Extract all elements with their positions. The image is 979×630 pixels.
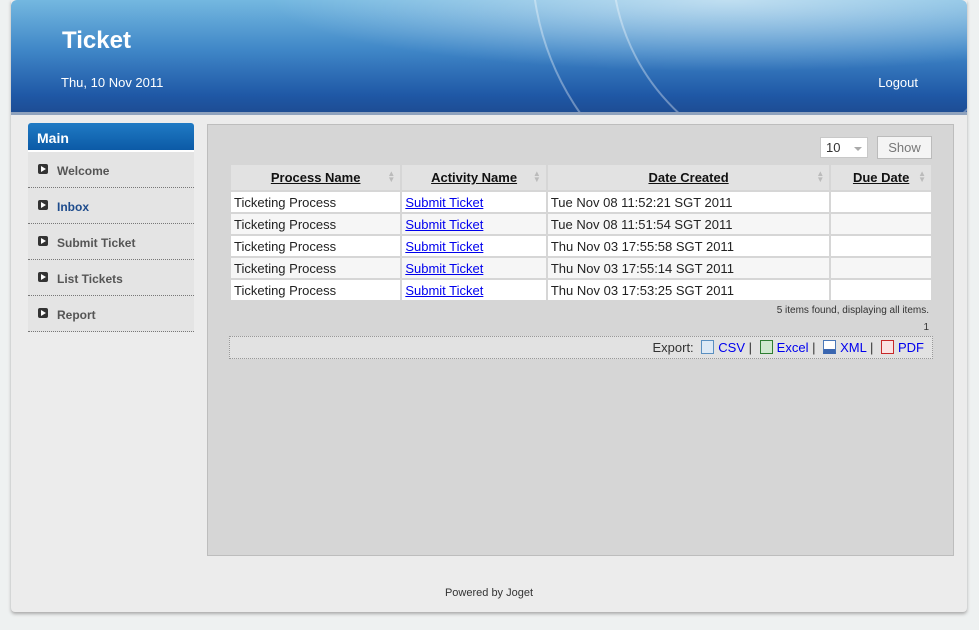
sort-icon[interactable]: ▲ ▼ [816,170,824,184]
table-row: Ticketing Process Submit Ticket Tue Nov 08… [231,192,931,212]
sidebar-item-submit-ticket[interactable]: Submit Ticket [28,224,194,260]
activity-link[interactable]: Submit Ticket [405,195,483,210]
column-header[interactable]: Activity Name ▲ ▼ [402,165,546,190]
due-date-cell [831,236,931,256]
column-header[interactable]: Due Date ▲ ▼ [831,165,931,190]
due-date-cell [831,214,931,234]
date-created-cell: Thu Nov 03 17:55:14 SGT 2011 [547,258,830,278]
show-button[interactable]: Show [877,136,932,159]
sidebar-item-inbox[interactable]: Inbox [28,188,194,224]
column-header-label: Due Date [852,170,910,185]
sidebar-item-label: Inbox [57,200,89,214]
activity-name-cell: Submit Ticket [402,192,546,212]
separator: | [748,340,753,355]
sidebar-item-label: List Tickets [57,272,123,286]
arrow-icon [38,164,48,174]
sort-icon[interactable]: ▲ ▼ [533,170,541,184]
activity-name-cell: Submit Ticket [402,236,546,256]
table-row: Ticketing Process Submit Ticket Thu Nov 03… [231,258,931,278]
sidebar: Main Welcome Inbox Submit Ticket List Ti… [28,123,194,332]
date-created-cell: Thu Nov 03 17:55:58 SGT 2011 [547,236,830,256]
process-name-cell: Ticketing Process [231,192,401,212]
table-row: Ticketing Process Submit Ticket Thu Nov 03… [231,236,931,256]
arrow-icon [38,200,48,210]
process-name-cell: Ticketing Process [231,214,401,234]
column-header[interactable]: Date Created ▲ ▼ [547,165,830,190]
process-name-cell: Ticketing Process [231,280,401,300]
inbox-table: Process Name ▲ ▼ Activity Name ▲ ▼ Date Create… [229,163,933,302]
export-xml-link[interactable]: XML [840,340,866,355]
column-header-label: Date Created [648,170,729,185]
process-name-cell: Ticketing Process [231,258,401,278]
sidebar-item-label: Submit Ticket [57,236,136,250]
content-panel: 10 Show Process Name ▲ ▼ Activity Name ▲ ▼ Dat… [207,124,954,556]
activity-name-cell: Submit Ticket [402,280,546,300]
date-created-cell: Tue Nov 08 11:52:21 SGT 2011 [547,192,830,212]
xml-file-icon[interactable] [823,340,837,354]
export-label: Export: [652,340,694,355]
table-row: Ticketing Process Submit Ticket Tue Nov 08… [231,214,931,234]
page-size-value: 10 [826,140,841,155]
sidebar-item-label: Report [57,308,96,322]
export-bar: Export: CSV | Excel | XML | PDF [229,336,933,359]
sidebar-heading: Main [28,123,194,152]
sidebar-item-list-tickets[interactable]: List Tickets [28,260,194,296]
sort-icon[interactable]: ▲ ▼ [387,170,395,184]
pdf-file-icon[interactable] [881,340,894,354]
page-number[interactable]: 1 [923,322,929,333]
separator: | [812,340,816,355]
date-created-cell: Thu Nov 03 17:53:25 SGT 2011 [547,280,830,300]
due-date-cell [831,192,931,212]
activity-link[interactable]: Submit Ticket [405,217,483,232]
column-header-label: Activity Name [431,170,518,185]
arrow-icon [38,308,48,318]
process-name-cell: Ticketing Process [231,236,401,256]
export-pdf-link[interactable]: PDF [898,340,924,355]
sidebar-item-label: Welcome [57,164,110,178]
current-date: Thu, 10 Nov 2011 [61,75,164,90]
items-found-text: 5 items found, displaying all items. [776,305,929,316]
due-date-cell [831,258,931,278]
export-csv-link[interactable]: CSV [718,340,745,355]
activity-link[interactable]: Submit Ticket [405,239,483,254]
activity-name-cell: Submit Ticket [402,258,546,278]
activity-link[interactable]: Submit Ticket [405,261,483,276]
page-container: Ticket Thu, 10 Nov 2011 Logout Main Welc… [11,0,967,612]
due-date-cell [831,280,931,300]
footer-text: Powered by Joget [444,587,534,599]
activity-link[interactable]: Submit Ticket [405,283,483,298]
page-size-select[interactable]: 10 [820,137,868,158]
column-header[interactable]: Process Name ▲ ▼ [231,165,401,190]
sidebar-item-report[interactable]: Report [28,296,194,332]
activity-name-cell: Submit Ticket [402,214,546,234]
export-excel-link[interactable]: Excel [777,340,809,355]
header-banner: Ticket Thu, 10 Nov 2011 Logout [11,0,967,115]
sidebar-item-welcome[interactable]: Welcome [28,152,194,188]
sort-icon[interactable]: ▲ ▼ [918,170,926,184]
logout-link[interactable]: Logout [878,75,918,90]
arrow-icon [38,272,48,282]
table-row: Ticketing Process Submit Ticket Thu Nov 03… [231,280,931,300]
excel-file-icon[interactable] [759,340,773,354]
csv-file-icon[interactable] [701,340,715,354]
separator: | [869,340,874,355]
date-created-cell: Tue Nov 08 11:51:54 SGT 2011 [547,214,830,234]
column-header-label: Process Name [270,170,361,185]
app-title: Ticket [62,27,131,54]
arrow-icon [38,236,48,246]
chevron-down-icon [854,147,862,151]
